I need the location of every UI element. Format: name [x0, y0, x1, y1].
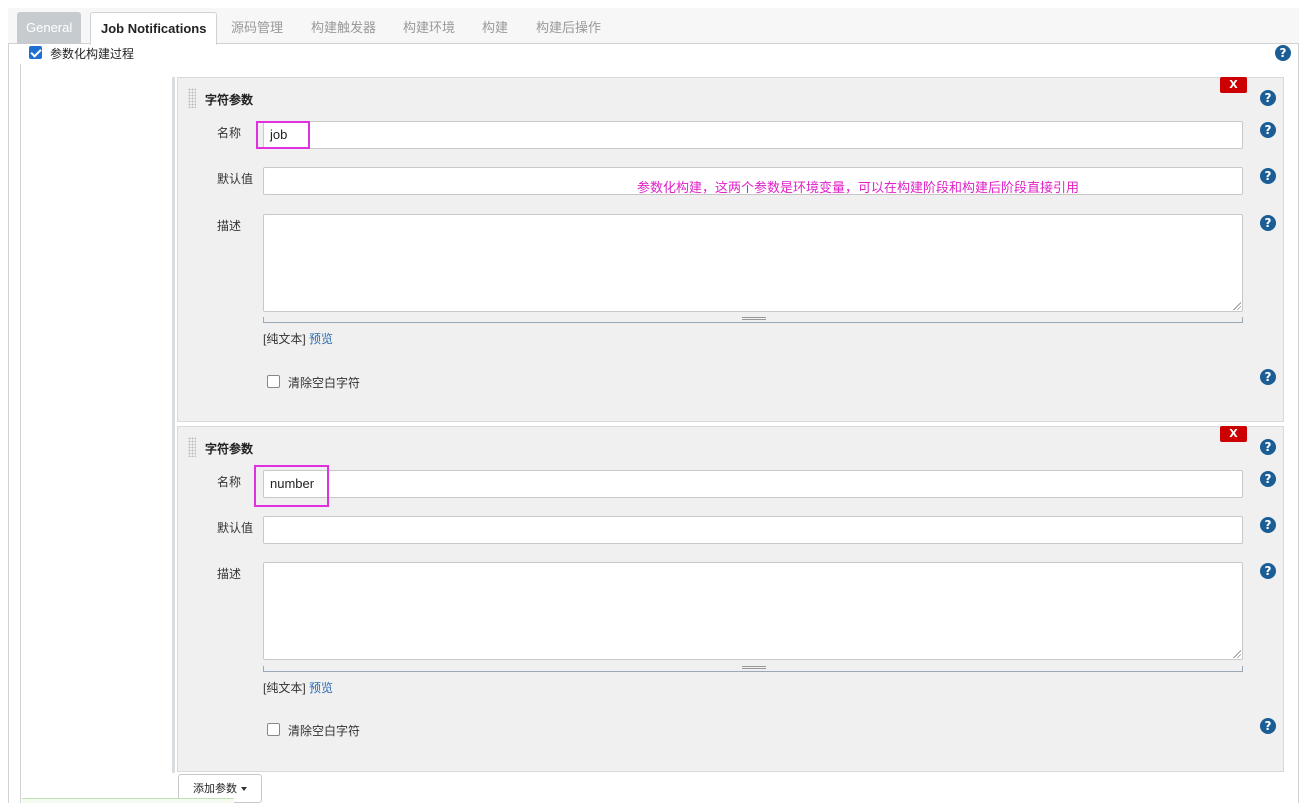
name-input[interactable]: number [263, 470, 1243, 498]
tab-build-triggers[interactable]: 构建触发器 [301, 12, 386, 44]
tab-source-control[interactable]: 源码管理 [221, 12, 293, 44]
markup-format-label: [纯文本] [263, 332, 306, 346]
trim-label: 清除空白字符 [288, 376, 361, 390]
param-list-gutter [172, 77, 175, 773]
default-value-label: 默认值 [217, 172, 254, 186]
resize-handle-icon[interactable] [1233, 650, 1241, 658]
preview-link[interactable]: 预览 [309, 332, 333, 346]
help-icon[interactable]: ? [1275, 45, 1291, 61]
preview-link[interactable]: 预览 [309, 681, 333, 695]
param-build-label: 参数化构建过程 [50, 47, 135, 61]
trim-checkbox[interactable] [267, 723, 280, 736]
drag-handle-icon[interactable] [188, 437, 196, 457]
markup-format-label: [纯文本] [263, 681, 306, 695]
markup-format: [纯文本] 预览 [263, 679, 333, 696]
parameter-type-label: 字符参数 [205, 442, 254, 456]
help-icon[interactable]: ? [1260, 439, 1276, 455]
delete-parameter-button[interactable]: X [1220, 426, 1247, 442]
splitter-grip-icon[interactable] [742, 666, 766, 669]
caret-down-icon [241, 787, 247, 792]
help-icon[interactable]: ? [1260, 471, 1276, 487]
add-parameter-label: 添加参数 [193, 783, 237, 795]
help-icon[interactable]: ? [1260, 369, 1276, 385]
name-label: 名称 [217, 126, 242, 140]
annotation-highlight-box [254, 465, 329, 507]
help-icon[interactable]: ? [1260, 168, 1276, 184]
textarea-splitter[interactable] [263, 317, 1243, 323]
description-textarea[interactable] [263, 562, 1243, 660]
resize-handle-icon[interactable] [1233, 302, 1241, 310]
param-build-checkbox[interactable] [29, 46, 42, 59]
section-border-left [20, 64, 21, 803]
frame-border-left [8, 44, 9, 803]
drag-handle-icon[interactable] [188, 88, 196, 108]
annotation-text: 参数化构建，这两个参数是环境变量，可以在构建阶段和构建后阶段直接引用 [637, 180, 1080, 195]
textarea-splitter[interactable] [263, 666, 1243, 672]
tab-general[interactable]: General [17, 12, 82, 44]
help-icon[interactable]: ? [1260, 563, 1276, 579]
splitter-grip-icon[interactable] [742, 317, 766, 320]
trim-label: 清除空白字符 [288, 724, 361, 738]
markup-format: [纯文本] 预览 [263, 330, 333, 347]
help-icon[interactable]: ? [1260, 718, 1276, 734]
description-textarea[interactable] [263, 214, 1243, 312]
parameter-type-label: 字符参数 [205, 93, 254, 107]
help-icon[interactable]: ? [1260, 122, 1276, 138]
name-label: 名称 [217, 475, 242, 489]
description-label: 描述 [217, 219, 242, 233]
tab-post-build[interactable]: 构建后操作 [526, 12, 611, 44]
description-label: 描述 [217, 567, 242, 581]
tab-build-environment[interactable]: 构建环境 [393, 12, 465, 44]
tab-build[interactable]: 构建 [472, 12, 518, 44]
annotation-highlight-box [256, 121, 310, 149]
name-input[interactable]: job [263, 121, 1243, 149]
delete-parameter-button[interactable]: X [1220, 77, 1247, 93]
default-value-input[interactable] [263, 516, 1243, 544]
status-strip [22, 798, 234, 803]
tab-bar: General Job Notifications 源码管理 构建触发器 构建环… [8, 8, 1299, 45]
help-icon[interactable]: ? [1260, 215, 1276, 231]
help-icon[interactable]: ? [1260, 90, 1276, 106]
tab-job-notifications[interactable]: Job Notifications [90, 12, 218, 45]
default-value-label: 默认值 [217, 521, 254, 535]
trim-checkbox[interactable] [267, 375, 280, 388]
help-icon[interactable]: ? [1260, 517, 1276, 533]
